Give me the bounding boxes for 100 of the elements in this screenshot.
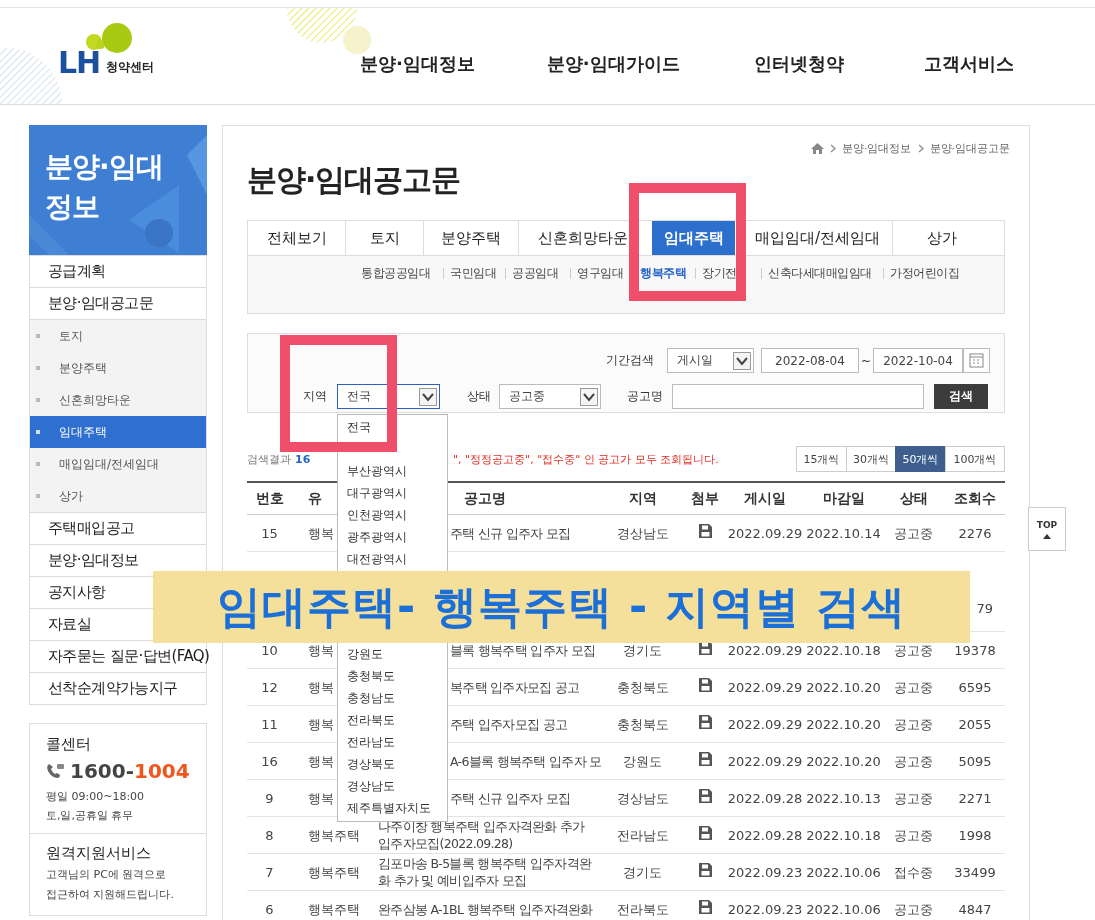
title-cell[interactable]: 김포마송 B-5블록 행복주택 입주자격완화 추가 및 예비입주자 모집: [370, 853, 600, 891]
category-tab[interactable]: 매입임대/전세임대: [742, 221, 892, 255]
call-center-title: 콜센터: [46, 735, 92, 754]
views-cell: 2271: [945, 779, 1005, 817]
status-cell: 공고중: [882, 668, 945, 706]
date-field[interactable]: 2022-10-04: [873, 348, 963, 373]
status-cell: 접수중: [882, 853, 945, 891]
breadcrumb-link[interactable]: 분양·임대정보: [842, 140, 912, 156]
type-cell: 행복주택: [292, 853, 370, 891]
sidebar-item[interactable]: 공지사항: [48, 583, 106, 601]
home-icon[interactable]: [811, 142, 824, 154]
date-cell: 2022.10.20: [805, 705, 882, 743]
sidebar-subitem[interactable]: 임대주택: [30, 416, 206, 448]
page-size-button[interactable]: 50개씩: [895, 446, 946, 472]
sidebar-subitem[interactable]: 신혼희망타운: [30, 384, 206, 416]
sidebar-subitem[interactable]: 분양주택: [30, 352, 206, 384]
sidebar-subitem[interactable]: 토지: [30, 320, 206, 352]
subcategory-link[interactable]: 가정어린이집: [890, 265, 959, 282]
region-cell: 강원도: [600, 742, 685, 780]
search-button[interactable]: 검색: [934, 384, 988, 409]
column-header: 게시일: [725, 482, 805, 515]
sidebar-item[interactable]: 분양·임대공고문: [48, 294, 153, 312]
search-field[interactable]: [672, 384, 924, 409]
page-size-button[interactable]: 30개씩: [846, 446, 896, 472]
date-cell: 2022.10.20: [805, 668, 882, 706]
subcategory-link[interactable]: 장기전: [702, 265, 737, 282]
chevron-icon: [917, 143, 924, 153]
category-tab[interactable]: 임대주택: [652, 221, 735, 255]
region-cell: 경상남도: [600, 514, 685, 552]
date-field[interactable]: 2022-08-04: [760, 348, 859, 373]
views-cell: 6595: [945, 668, 1005, 706]
page-title: 분양·임대공고문: [247, 161, 462, 199]
date-cell: 2022.09.29: [725, 742, 805, 780]
caret-icon: [580, 387, 598, 406]
status-label: 상태: [467, 388, 491, 405]
category-tab[interactable]: 전체보기: [248, 221, 345, 255]
column-header: 지역: [600, 482, 685, 515]
date-cell: 2022.09.23: [725, 890, 805, 920]
status-cell: 공고중: [882, 514, 945, 552]
sidebar-subitem[interactable]: 상가: [30, 480, 206, 512]
category-tab[interactable]: 신혼희망타운: [518, 221, 646, 255]
category-tab[interactable]: 분양주택: [423, 221, 518, 255]
region-cell: 전라북도: [600, 890, 685, 920]
subcategory-link[interactable]: 행복주택: [640, 265, 686, 282]
caption-banner: 임대주택- 행복주택 - 지역별 검색: [153, 571, 970, 643]
sidebar-item[interactable]: 분양·임대정보: [48, 551, 139, 569]
remote-support-title: 원격지원서비스: [46, 844, 152, 863]
nav-link[interactable]: 고객서비스: [923, 52, 1014, 76]
nav-link[interactable]: 분양·임대가이드: [546, 52, 680, 76]
date-cell: 2022.09.29: [725, 668, 805, 706]
date-cell: 2022.10.18: [805, 816, 882, 854]
sidebar-item[interactable]: 자주묻는 질문·답변(FAQ): [48, 647, 210, 665]
subcategory-link[interactable]: 영구임대: [577, 265, 623, 282]
result-note: ", "정정공고중", "접수중" 인 공고가 모두 조회됩니다.: [453, 451, 719, 467]
title-cell[interactable]: 완주삼봉 A-1BL 행복주택 입주자격완화: [370, 890, 600, 920]
top-button[interactable]: TOP: [1028, 507, 1066, 551]
date-cell: 2022.10.06: [805, 853, 882, 891]
category-tab[interactable]: 토지: [345, 221, 423, 255]
views-cell: 2276: [945, 514, 1005, 552]
nav-link[interactable]: 인터넷청약: [753, 52, 844, 76]
views-cell: 5095: [945, 742, 1005, 780]
number-cell: 11: [247, 705, 292, 743]
subcategory-link[interactable]: 국민임대: [450, 265, 496, 282]
views-cell: 2055: [945, 705, 1005, 743]
date-cell: 2022.09.29: [725, 514, 805, 552]
breadcrumb-link[interactable]: 분양·임대공고문: [929, 140, 1010, 156]
subcategory-link[interactable]: 공공임대: [512, 265, 558, 282]
date-cell: 2022.10.14: [805, 514, 882, 552]
logo-subtitle: 청약센터: [106, 59, 155, 76]
status-select[interactable]: 공고중: [499, 384, 601, 409]
dropdown-option[interactable]: 부산광역시: [338, 460, 447, 482]
page-size-button[interactable]: 100개씩: [945, 446, 1005, 472]
type-cell: 행복주택: [292, 890, 370, 920]
region-select[interactable]: 전국: [337, 384, 440, 409]
period-select[interactable]: 게시일: [666, 348, 754, 373]
caret-icon: [732, 351, 751, 370]
number-cell: 12: [247, 668, 292, 706]
sidebar-item[interactable]: 선착순계약가능지구: [48, 679, 178, 697]
phone-number[interactable]: 1600-1004: [70, 759, 190, 783]
sidebar-subitem[interactable]: 매입임대/전세임대: [30, 448, 206, 480]
logo-text[interactable]: LH: [58, 45, 101, 80]
sidebar-item[interactable]: 공급계획: [48, 262, 106, 280]
column-header: 첨부: [685, 482, 725, 515]
nav-link[interactable]: 분양·임대정보: [360, 52, 475, 76]
date-cell: 2022.09.23: [725, 853, 805, 891]
subcategory-link[interactable]: 통합공공임대: [361, 265, 430, 282]
date-cell: 2022.09.29: [725, 705, 805, 743]
column-header: 번호: [247, 482, 292, 515]
sidebar-item[interactable]: 주택매입공고: [48, 519, 135, 537]
date-cell: 2022.10.06: [805, 890, 882, 920]
category-tab[interactable]: 상가: [892, 221, 991, 255]
subcategory-link[interactable]: 신축다세대매입임대: [768, 265, 872, 282]
region-cell: 경기도: [600, 853, 685, 891]
caret-icon: [419, 387, 437, 406]
dropdown-option[interactable]: 전국: [338, 416, 447, 438]
column-header: 마감일: [805, 482, 882, 515]
number-cell: 16: [247, 742, 292, 780]
page-size-button[interactable]: 15개씩: [796, 446, 847, 472]
sidebar-item[interactable]: 자료실: [48, 615, 92, 633]
status-cell: 공고중: [882, 742, 945, 780]
